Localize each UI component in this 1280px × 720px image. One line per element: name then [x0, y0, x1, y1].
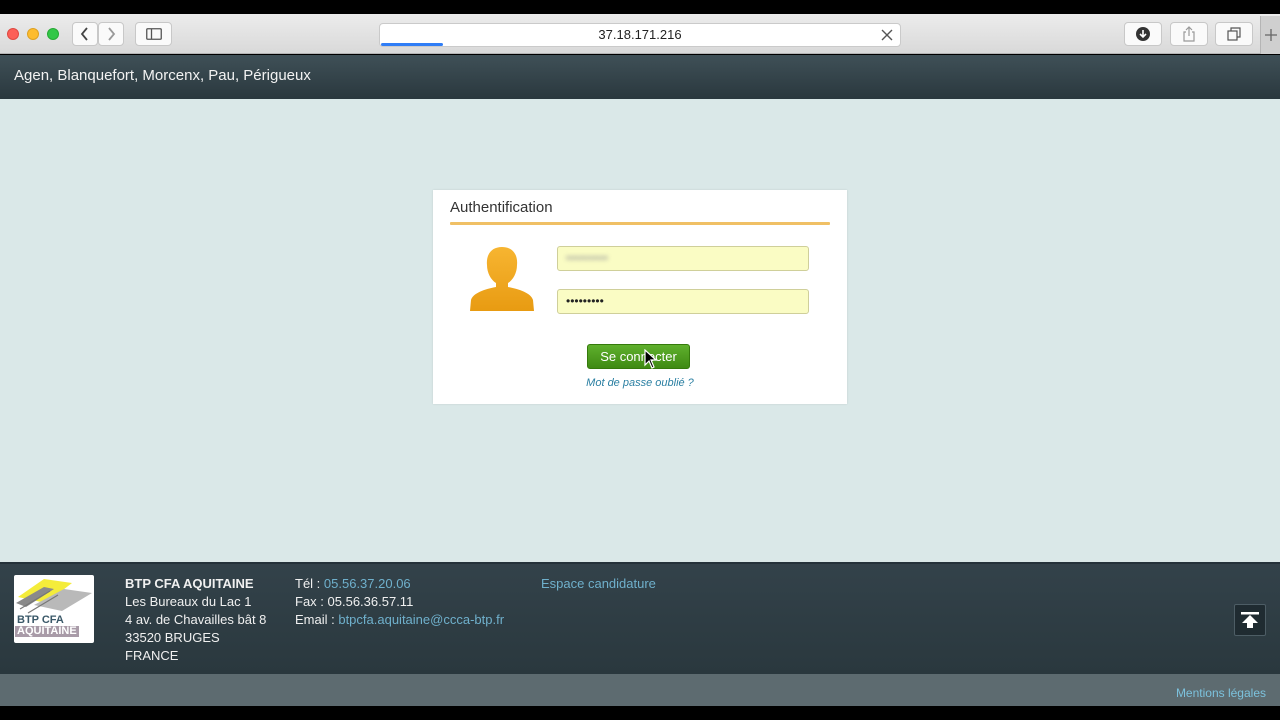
footer-links: Espace candidature — [541, 575, 656, 593]
footer-address: BTP CFA AQUITAINE Les Bureaux du Lac 1 4… — [125, 575, 266, 665]
footer-org-name: BTP CFA AQUITAINE — [125, 576, 254, 591]
email-link[interactable]: btpcfa.aquitaine@ccca-btp.fr — [338, 612, 504, 627]
username-value: •••••••••• — [566, 251, 609, 265]
username-field[interactable]: •••••••••• — [557, 246, 809, 271]
minimize-window-button[interactable] — [27, 28, 39, 40]
downloads-button[interactable] — [1124, 22, 1162, 46]
title-underline — [450, 222, 830, 225]
footer-address-line: 33520 BRUGES — [125, 630, 220, 645]
new-tab-button[interactable] — [1260, 16, 1280, 54]
zoom-window-button[interactable] — [47, 28, 59, 40]
phone-label: Tél : — [295, 576, 324, 591]
main-content: Authentification •••••••••• ••••••••• Se… — [0, 99, 1280, 562]
footer-phone: Tél : 05.56.37.20.06 — [295, 575, 504, 593]
login-panel-title: Authentification — [450, 199, 553, 216]
forgot-password-link[interactable]: Mot de passe oublié ? — [433, 377, 847, 389]
login-panel: Authentification •••••••••• ••••••••• Se… — [433, 190, 847, 404]
site-footer: BTP CFA AQUITAINE BTP CFA AQUITAINE Les … — [0, 562, 1280, 674]
browser-toolbar: 37.18.171.216 — [0, 14, 1280, 54]
address-bar-url: 37.18.171.216 — [598, 27, 682, 42]
mouse-pointer-icon — [644, 349, 658, 369]
screen: 37.18.171.216 Agen, Blanquefort, Morcenx… — [0, 0, 1280, 720]
logo-text-line2: AQUITAINE — [15, 625, 79, 637]
footer-address-line: Les Bureaux du Lac 1 — [125, 594, 252, 609]
chevron-right-icon — [108, 27, 116, 41]
fax-value: 05.56.36.57.11 — [327, 594, 414, 609]
footer-fax: Fax : 05.56.36.57.11 — [295, 593, 504, 611]
arrow-up-to-top-icon — [1241, 612, 1259, 628]
site-header-cities: Agen, Blanquefort, Morcenx, Pau, Périgue… — [14, 67, 311, 84]
scroll-to-top-button[interactable] — [1234, 604, 1266, 636]
password-value: ••••••••• — [566, 294, 604, 308]
footer-address-line: 4 av. de Chavailles bât 8 — [125, 612, 267, 627]
plus-icon — [1264, 29, 1277, 41]
login-button[interactable]: Se connecter — [587, 344, 690, 369]
fax-label: Fax : — [295, 594, 328, 609]
forward-button[interactable] — [98, 22, 124, 46]
footer-email: Email : btpcfa.aquitaine@ccca-btp.fr — [295, 611, 504, 629]
user-avatar-icon — [470, 247, 534, 311]
stop-loading-icon[interactable] — [880, 28, 894, 42]
tabs-icon — [1227, 27, 1241, 41]
candidate-space-link[interactable]: Espace candidature — [541, 576, 656, 591]
email-label: Email : — [295, 612, 339, 627]
share-icon — [1183, 26, 1195, 42]
sub-footer: Mentions légales — [0, 674, 1280, 706]
share-button[interactable] — [1170, 22, 1208, 46]
sidebar-toggle-button[interactable] — [135, 22, 172, 46]
footer-contact: Tél : 05.56.37.20.06 Fax : 05.56.36.57.1… — [295, 575, 504, 629]
logo-emblem-icon — [16, 579, 92, 614]
site-header: Agen, Blanquefort, Morcenx, Pau, Périgue… — [0, 55, 1280, 99]
password-field[interactable]: ••••••••• — [557, 289, 809, 314]
close-window-button[interactable] — [7, 28, 19, 40]
btp-cfa-logo: BTP CFA AQUITAINE — [14, 575, 94, 643]
page-load-progress — [381, 43, 444, 46]
sidebar-icon — [145, 28, 162, 40]
chevron-left-icon — [80, 27, 88, 41]
back-button[interactable] — [72, 22, 98, 46]
footer-address-line: FRANCE — [125, 648, 179, 663]
phone-link[interactable]: 05.56.37.20.06 — [324, 576, 411, 591]
legal-notice-link[interactable]: Mentions légales — [1176, 686, 1266, 700]
download-icon — [1136, 27, 1150, 41]
address-bar[interactable]: 37.18.171.216 — [379, 23, 901, 47]
show-tabs-button[interactable] — [1215, 22, 1253, 46]
